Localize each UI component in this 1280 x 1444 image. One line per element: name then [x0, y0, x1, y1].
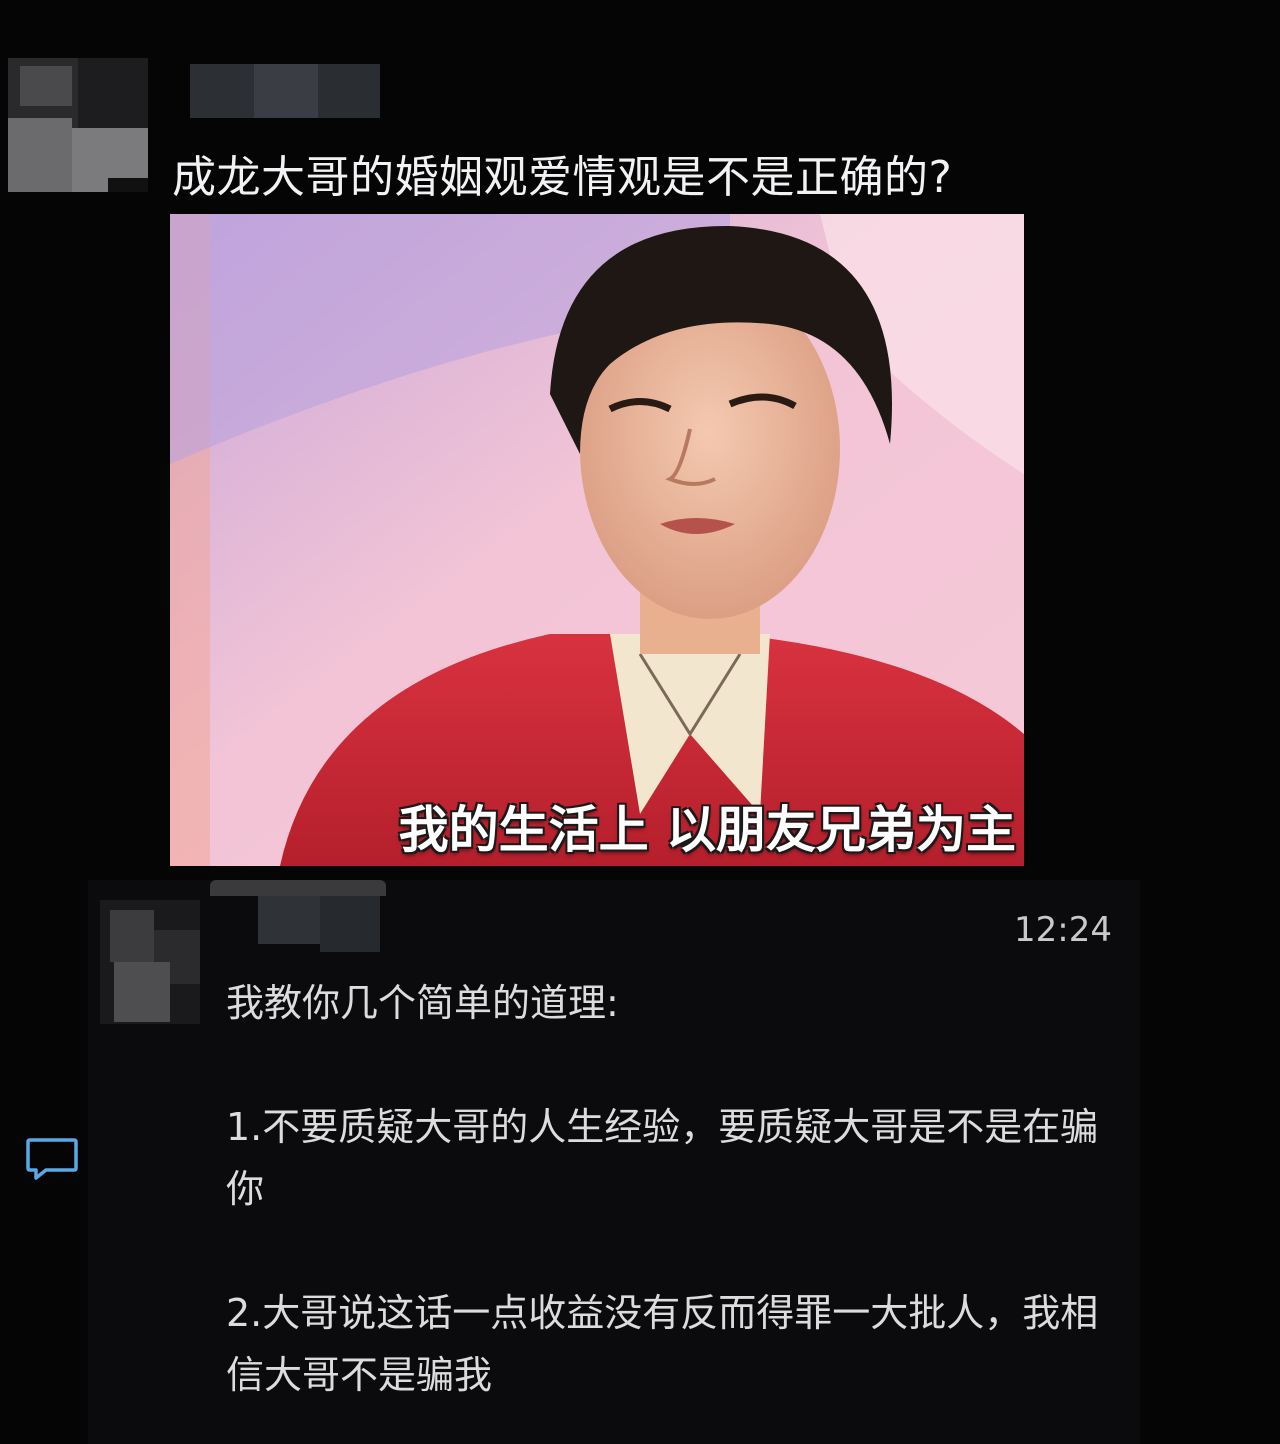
reply-point-2: 2.大哥说这话一点收益没有反而得罪一大批人，我相信大哥不是骗我: [226, 1291, 1099, 1397]
post-author-name-redacted: [190, 64, 380, 118]
video-caption: 我的生活上 以朋友兄弟为主: [398, 801, 1016, 859]
video-thumbnail[interactable]: 我的生活上 以朋友兄弟为主: [170, 214, 1024, 866]
reply-author-avatar[interactable]: [100, 900, 200, 1024]
reply-intro: 我教你几个简单的道理:: [226, 981, 619, 1025]
reply-timestamp: 12:24: [1014, 910, 1112, 950]
post-title[interactable]: 成龙大哥的婚姻观爱情观是不是正确的?: [172, 148, 952, 208]
reply-text: 我教你几个简单的道理: 1.不要质疑大哥的人生经验，要质疑大哥是不是在骗你 2.…: [226, 972, 1126, 1406]
reply-author-name-redacted: [210, 880, 386, 952]
video-still-image: [170, 214, 1024, 866]
reply-point-1: 1.不要质疑大哥的人生经验，要质疑大哥是不是在骗你: [226, 1105, 1099, 1211]
post-author-avatar[interactable]: [8, 58, 148, 192]
comment-icon[interactable]: [24, 1134, 80, 1184]
